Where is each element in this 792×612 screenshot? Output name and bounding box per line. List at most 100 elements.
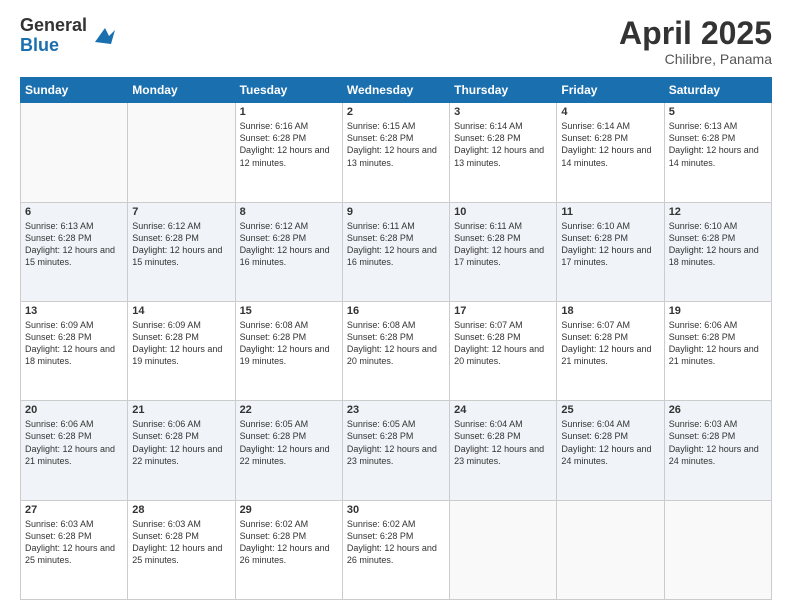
day-number: 16 (347, 305, 445, 317)
calendar-cell: 30 Sunrise: 6:02 AMSunset: 6:28 PMDayligh… (342, 500, 449, 599)
day-info: Sunrise: 6:03 AMSunset: 6:28 PMDaylight:… (25, 518, 123, 567)
day-number: 28 (132, 504, 230, 516)
calendar-cell: 4Sunrise: 6:14 AMSunset: 6:28 PMDaylight… (557, 103, 664, 202)
day-number: 3 (454, 106, 552, 118)
calendar-cell: 28Sunrise: 6:03 AMSunset: 6:28 PMDayligh… (128, 500, 235, 599)
week-row-1: 1Sunrise: 6:16 AMSunset: 6:28 PMDaylight… (21, 103, 772, 202)
day-info: Sunrise: 6:12 AMSunset: 6:28 PMDaylight:… (240, 220, 338, 269)
day-number: 14 (132, 305, 230, 317)
calendar-cell: 16 Sunrise: 6:08 AMSunset: 6:28 PMDayligh… (342, 301, 449, 400)
calendar-cell: 27Sunrise: 6:03 AMSunset: 6:28 PMDayligh… (21, 500, 128, 599)
week-row-2: 6 Sunrise: 6:13 AMSunset: 6:28 PMDaylight… (21, 202, 772, 301)
weekday-header-monday: Monday (128, 78, 235, 103)
day-info: Sunrise: 6:14 AMSunset: 6:28 PMDaylight:… (561, 120, 659, 169)
page: General Blue April 2025 Chilibre, Panama… (0, 0, 792, 612)
day-info: Sunrise: 6:07 AMSunset: 6:28 PMDaylight:… (561, 319, 659, 368)
day-number: 5 (669, 106, 767, 118)
day-number: 21 (132, 404, 230, 416)
calendar-table: SundayMondayTuesdayWednesdayThursdayFrid… (20, 77, 772, 600)
day-info: Sunrise: 6:12 AMSunset: 6:28 PMDaylight:… (132, 220, 230, 269)
day-number: 18 (561, 305, 659, 317)
logo-blue: Blue (20, 36, 87, 56)
day-info: Sunrise: 6:08 AMSunset: 6:28 PMDaylight:… (347, 319, 445, 368)
day-info: Sunrise: 6:09 AMSunset: 6:28 PMDaylight:… (132, 319, 230, 368)
calendar-cell: 17 Sunrise: 6:07 AMSunset: 6:28 PMDayligh… (450, 301, 557, 400)
day-number: 15 (240, 305, 338, 317)
calendar-cell: 20 Sunrise: 6:06 AMSunset: 6:28 PMDayligh… (21, 401, 128, 500)
day-number: 6 (25, 206, 123, 218)
day-number: 17 (454, 305, 552, 317)
calendar-cell: 5 Sunrise: 6:13 AMSunset: 6:28 PMDaylight… (664, 103, 771, 202)
day-info: Sunrise: 6:04 AMSunset: 6:28 PMDaylight:… (561, 418, 659, 467)
week-row-4: 20 Sunrise: 6:06 AMSunset: 6:28 PMDayligh… (21, 401, 772, 500)
calendar-cell: 23 Sunrise: 6:05 AMSunset: 6:28 PMDayligh… (342, 401, 449, 500)
day-number: 12 (669, 206, 767, 218)
calendar-cell: 7 Sunrise: 6:12 AMSunset: 6:28 PMDaylight… (128, 202, 235, 301)
day-info: Sunrise: 6:09 AMSunset: 6:28 PMDaylight:… (25, 319, 123, 368)
calendar-cell (128, 103, 235, 202)
calendar-cell: 19Sunrise: 6:06 AMSunset: 6:28 PMDayligh… (664, 301, 771, 400)
day-info: Sunrise: 6:05 AMSunset: 6:28 PMDaylight:… (240, 418, 338, 467)
calendar-cell: 1Sunrise: 6:16 AMSunset: 6:28 PMDaylight… (235, 103, 342, 202)
calendar-cell (21, 103, 128, 202)
calendar-cell: 15 Sunrise: 6:08 AMSunset: 6:28 PMDayligh… (235, 301, 342, 400)
day-info: Sunrise: 6:04 AMSunset: 6:28 PMDaylight:… (454, 418, 552, 467)
day-number: 11 (561, 206, 659, 218)
calendar-cell: 11Sunrise: 6:10 AMSunset: 6:28 PMDayligh… (557, 202, 664, 301)
calendar-cell: 29 Sunrise: 6:02 AMSunset: 6:28 PMDayligh… (235, 500, 342, 599)
day-info: Sunrise: 6:16 AMSunset: 6:28 PMDaylight:… (240, 120, 338, 169)
weekday-header-wednesday: Wednesday (342, 78, 449, 103)
logo: General Blue (20, 16, 119, 56)
title-block: April 2025 Chilibre, Panama (619, 16, 772, 67)
calendar-cell (664, 500, 771, 599)
header: General Blue April 2025 Chilibre, Panama (20, 16, 772, 67)
day-info: Sunrise: 6:02 AMSunset: 6:28 PMDaylight:… (347, 518, 445, 567)
calendar-cell: 10 Sunrise: 6:11 AMSunset: 6:28 PMDayligh… (450, 202, 557, 301)
day-number: 30 (347, 504, 445, 516)
calendar-cell: 25 Sunrise: 6:04 AMSunset: 6:28 PMDayligh… (557, 401, 664, 500)
calendar-cell: 13 Sunrise: 6:09 AMSunset: 6:28 PMDayligh… (21, 301, 128, 400)
day-number: 10 (454, 206, 552, 218)
day-number: 23 (347, 404, 445, 416)
calendar-cell (450, 500, 557, 599)
day-info: Sunrise: 6:13 AMSunset: 6:28 PMDaylight:… (25, 220, 123, 269)
day-info: Sunrise: 6:15 AMSunset: 6:28 PMDaylight:… (347, 120, 445, 169)
calendar-cell: 14 Sunrise: 6:09 AMSunset: 6:28 PMDayligh… (128, 301, 235, 400)
calendar-cell: 2Sunrise: 6:15 AMSunset: 6:28 PMDaylight… (342, 103, 449, 202)
day-info: Sunrise: 6:13 AMSunset: 6:28 PMDaylight:… (669, 120, 767, 169)
day-number: 7 (132, 206, 230, 218)
day-number: 9 (347, 206, 445, 218)
calendar-cell: 26Sunrise: 6:03 AMSunset: 6:28 PMDayligh… (664, 401, 771, 500)
week-row-3: 13 Sunrise: 6:09 AMSunset: 6:28 PMDayligh… (21, 301, 772, 400)
calendar-cell: 8Sunrise: 6:12 AMSunset: 6:28 PMDaylight… (235, 202, 342, 301)
calendar-cell: 6 Sunrise: 6:13 AMSunset: 6:28 PMDaylight… (21, 202, 128, 301)
weekday-header-thursday: Thursday (450, 78, 557, 103)
weekday-header-sunday: Sunday (21, 78, 128, 103)
day-info: Sunrise: 6:03 AMSunset: 6:28 PMDaylight:… (669, 418, 767, 467)
day-number: 20 (25, 404, 123, 416)
day-number: 13 (25, 305, 123, 317)
day-number: 29 (240, 504, 338, 516)
month-title: April 2025 (619, 16, 772, 51)
day-info: Sunrise: 6:06 AMSunset: 6:28 PMDaylight:… (25, 418, 123, 467)
day-info: Sunrise: 6:07 AMSunset: 6:28 PMDaylight:… (454, 319, 552, 368)
day-info: Sunrise: 6:11 AMSunset: 6:28 PMDaylight:… (454, 220, 552, 269)
day-info: Sunrise: 6:02 AMSunset: 6:28 PMDaylight:… (240, 518, 338, 567)
day-number: 19 (669, 305, 767, 317)
day-number: 25 (561, 404, 659, 416)
weekday-header-saturday: Saturday (664, 78, 771, 103)
location-subtitle: Chilibre, Panama (619, 51, 772, 67)
week-row-5: 27Sunrise: 6:03 AMSunset: 6:28 PMDayligh… (21, 500, 772, 599)
calendar-cell (557, 500, 664, 599)
day-info: Sunrise: 6:05 AMSunset: 6:28 PMDaylight:… (347, 418, 445, 467)
logo-general: General (20, 16, 87, 36)
calendar-cell: 12Sunrise: 6:10 AMSunset: 6:28 PMDayligh… (664, 202, 771, 301)
calendar-cell: 18 Sunrise: 6:07 AMSunset: 6:28 PMDayligh… (557, 301, 664, 400)
calendar-cell: 3 Sunrise: 6:14 AMSunset: 6:28 PMDaylight… (450, 103, 557, 202)
weekday-header-friday: Friday (557, 78, 664, 103)
calendar-cell: 21Sunrise: 6:06 AMSunset: 6:28 PMDayligh… (128, 401, 235, 500)
day-info: Sunrise: 6:14 AMSunset: 6:28 PMDaylight:… (454, 120, 552, 169)
calendar-cell: 24Sunrise: 6:04 AMSunset: 6:28 PMDayligh… (450, 401, 557, 500)
day-info: Sunrise: 6:08 AMSunset: 6:28 PMDaylight:… (240, 319, 338, 368)
calendar-cell: 9Sunrise: 6:11 AMSunset: 6:28 PMDaylight… (342, 202, 449, 301)
